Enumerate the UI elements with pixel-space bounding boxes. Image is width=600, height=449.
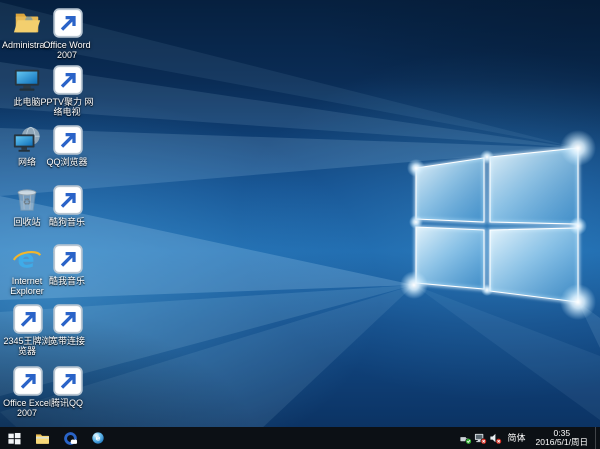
usb-safely-remove-icon[interactable] [458, 427, 473, 449]
svg-text:e: e [96, 435, 101, 443]
desktop-icon-pptv[interactable]: PPTV聚力 网 络电视 [40, 65, 94, 117]
taskbar-file-explorer-button[interactable] [28, 427, 56, 449]
desktop-icon-label: 酷我音乐 [40, 276, 94, 286]
desktop-icon-kugou-music[interactable]: K 酷狗音乐 [40, 185, 94, 227]
windows-desktop: Administra... W Office Word 2007 此电脑 [0, 0, 600, 449]
desktop-icon-tencent-qq[interactable]: 腾讯QQ [40, 366, 94, 408]
pptv-icon [52, 65, 82, 95]
desktop-icon-broadband-connection[interactable]: 宽带连接 [40, 304, 94, 346]
svg-text:♻: ♻ [23, 197, 31, 208]
system-tray: 简体 0:35 2016/5/1/周日 [458, 427, 600, 449]
blue-sphere-e-icon: e [91, 431, 105, 445]
clock-date: 2016/5/1/周日 [536, 438, 588, 448]
word-document-icon: W [52, 8, 82, 38]
file-explorer-folder-icon [35, 432, 50, 445]
qq-browser-ring-cloud-icon [63, 431, 78, 446]
kugou-k-circle-icon: K [52, 185, 82, 215]
shortcut-arrow-icon [53, 125, 83, 155]
desktop-icon-label: PPTV聚力 网 络电视 [40, 97, 94, 117]
shortcut-arrow-icon [13, 304, 43, 334]
show-desktop-button[interactable] [595, 427, 600, 449]
taskbar: e [0, 427, 600, 449]
desktop-icon-label: 腾讯QQ [40, 398, 94, 408]
excel-spreadsheet-icon: X [12, 366, 42, 396]
shortcut-arrow-icon [53, 185, 83, 215]
taskbar-clock[interactable]: 0:35 2016/5/1/周日 [531, 429, 595, 448]
desktop-icon-label: Office Word 2007 [40, 40, 94, 60]
shortcut-arrow-icon [53, 8, 83, 38]
shortcut-arrow-icon [53, 65, 83, 95]
taskbar-qq-browser-button[interactable] [56, 427, 84, 449]
desktop-icon-label: 酷狗音乐 [40, 217, 94, 227]
input-method-indicator[interactable]: 简体 [503, 427, 531, 449]
shortcut-arrow-icon [53, 366, 83, 396]
taskbar-2345-browser-button[interactable]: e [84, 427, 112, 449]
volume-muted-icon[interactable] [488, 427, 503, 449]
qq-browser-ring-cloud-icon [52, 125, 82, 155]
blue-sphere-e-icon: e [12, 304, 42, 334]
desktop-icon-qq-browser[interactable]: QQ浏览器 [40, 125, 94, 167]
svg-text:e: e [17, 244, 34, 273]
computer-monitor-icon [12, 65, 42, 95]
shortcut-arrow-icon [53, 304, 83, 334]
network-disconnected-icon[interactable] [473, 427, 488, 449]
desktop-icon-office-word[interactable]: W Office Word 2007 [40, 8, 94, 60]
start-icon [8, 432, 21, 445]
recycle-bin-icon: ♻ [12, 185, 42, 215]
start-button[interactable] [0, 427, 28, 449]
desktop-icon-label: 宽带连接 [40, 336, 94, 346]
desktop-icon-label: QQ浏览器 [40, 157, 94, 167]
user-folder-icon [12, 8, 42, 38]
shortcut-arrow-icon [13, 366, 43, 396]
qq-penguin-icon [52, 366, 82, 396]
shortcut-arrow-icon [53, 244, 83, 274]
broadband-monitors-icon [52, 304, 82, 334]
network-globe-icon [12, 125, 42, 155]
kuwo-music-box-icon: ♪ ♪ K [52, 244, 82, 274]
desktop-icon-kuwo-music[interactable]: ♪ ♪ K 酷我音乐 [40, 244, 94, 286]
ie-blue-e-icon: e [12, 244, 42, 274]
